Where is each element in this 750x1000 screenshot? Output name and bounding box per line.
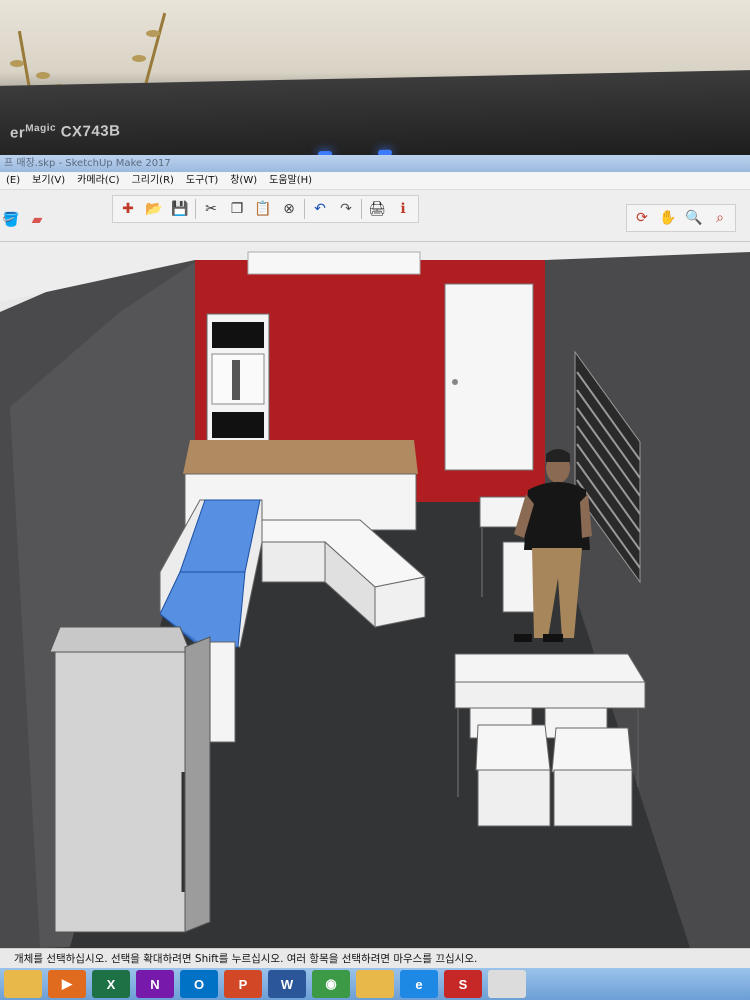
media-player-icon[interactable]: ▶ bbox=[48, 970, 86, 998]
edge-icon[interactable]: e bbox=[400, 970, 438, 998]
cube-stool bbox=[551, 727, 633, 827]
leaf-icon bbox=[132, 55, 146, 62]
menu-item[interactable]: 보기(V) bbox=[26, 172, 71, 190]
3d-scene[interactable] bbox=[0, 242, 750, 948]
excel-icon[interactable]: X bbox=[92, 970, 130, 998]
toolbar-separator bbox=[304, 199, 305, 219]
file-explorer-icon[interactable] bbox=[4, 970, 42, 998]
refrigerator bbox=[49, 626, 211, 933]
outlook-icon[interactable]: O bbox=[180, 970, 218, 998]
zoom-icon[interactable]: 🔍 bbox=[683, 207, 705, 229]
menu-item[interactable]: (E) bbox=[0, 172, 26, 190]
sketchup-icon[interactable]: S bbox=[444, 970, 482, 998]
status-bar: 개체를 선택하십시오. 선택을 확대하려면 Shift를 누르십시오. 여러 항… bbox=[0, 948, 750, 968]
folder-icon[interactable] bbox=[356, 970, 394, 998]
leaf-icon bbox=[146, 30, 160, 37]
paint-bucket-icon[interactable]: 🪣 bbox=[0, 209, 22, 231]
pan-icon[interactable]: ✋ bbox=[657, 207, 679, 229]
beverage-cabinet bbox=[206, 313, 270, 443]
erase-icon[interactable]: ⊗ bbox=[278, 198, 300, 220]
new-file-icon[interactable]: ✚ bbox=[117, 198, 139, 220]
print-icon[interactable]: 🖨 bbox=[366, 198, 388, 220]
orbit-icon[interactable]: ⟳ bbox=[631, 207, 653, 229]
onenote-icon[interactable]: N bbox=[136, 970, 174, 998]
toolbar-separator bbox=[195, 199, 196, 219]
leaf-icon bbox=[10, 60, 24, 67]
undo-icon[interactable]: ↶ bbox=[309, 198, 331, 220]
back-door bbox=[444, 283, 534, 471]
monitor-brand-label: erMagic CX743B bbox=[10, 122, 121, 142]
open-folder-icon[interactable]: 📂 bbox=[143, 198, 165, 220]
cut-icon[interactable]: ✂ bbox=[200, 198, 222, 220]
model-viewport[interactable] bbox=[0, 242, 750, 948]
toolbar-camera-group: ⟳ ✋ 🔍 ⌕ bbox=[626, 204, 736, 232]
document-icon[interactable] bbox=[488, 970, 526, 998]
toolbar-separator bbox=[361, 199, 362, 219]
save-icon[interactable]: 💾 bbox=[169, 198, 191, 220]
windows-taskbar: ▶ X N O P W ◉ e S bbox=[0, 968, 750, 1000]
door-knob-icon bbox=[452, 379, 458, 385]
menu-item[interactable]: 그리기(R) bbox=[126, 172, 180, 190]
photo-of-monitor: erMagic CX743B 프 매장.skp - SketchUp Make … bbox=[0, 0, 750, 1000]
window-title: 프 매장.skp - SketchUp Make 2017 bbox=[4, 158, 171, 169]
status-hint: 개체를 선택하십시오. 선택을 확대하려면 Shift를 누르십시오. 여러 항… bbox=[14, 953, 478, 965]
cube-stool bbox=[475, 724, 551, 827]
toolbar: 🪣 ▰ ✚ 📂 💾 ✂ ❐ 📋 ⊗ ↶ ↷ 🖨 ℹ ⟳ ✋ 🔍 ⌕ bbox=[0, 190, 750, 242]
toolbar-left-group: 🪣 ▰ bbox=[0, 206, 52, 234]
chrome-icon[interactable]: ◉ bbox=[312, 970, 350, 998]
window-title-bar: 프 매장.skp - SketchUp Make 2017 bbox=[0, 155, 750, 172]
redo-icon[interactable]: ↷ bbox=[335, 198, 357, 220]
leaf-icon bbox=[36, 72, 50, 79]
menu-item[interactable]: 카메라(C) bbox=[71, 172, 125, 190]
menu-bar: (E) 보기(V) 카메라(C) 그리기(R) 도구(T) 창(W) 도움말(H) bbox=[0, 172, 750, 190]
powerpoint-icon[interactable]: P bbox=[224, 970, 262, 998]
copy-icon[interactable]: ❐ bbox=[226, 198, 248, 220]
ceiling-light bbox=[247, 251, 421, 275]
paste-icon[interactable]: 📋 bbox=[252, 198, 274, 220]
eraser-icon[interactable]: ▰ bbox=[26, 209, 48, 231]
menu-item[interactable]: 도움말(H) bbox=[263, 172, 318, 190]
word-icon[interactable]: W bbox=[268, 970, 306, 998]
menu-item[interactable]: 도구(T) bbox=[180, 172, 224, 190]
screen: 프 매장.skp - SketchUp Make 2017 (E) 보기(V) 카메… bbox=[0, 155, 750, 1000]
toolbar-main-group: ✚ 📂 💾 ✂ ❐ 📋 ⊗ ↶ ↷ 🖨 ℹ bbox=[112, 195, 419, 223]
model-info-icon[interactable]: ℹ bbox=[392, 198, 414, 220]
zoom-window-icon[interactable]: ⌕ bbox=[709, 207, 731, 229]
menu-item[interactable]: 창(W) bbox=[224, 172, 263, 190]
